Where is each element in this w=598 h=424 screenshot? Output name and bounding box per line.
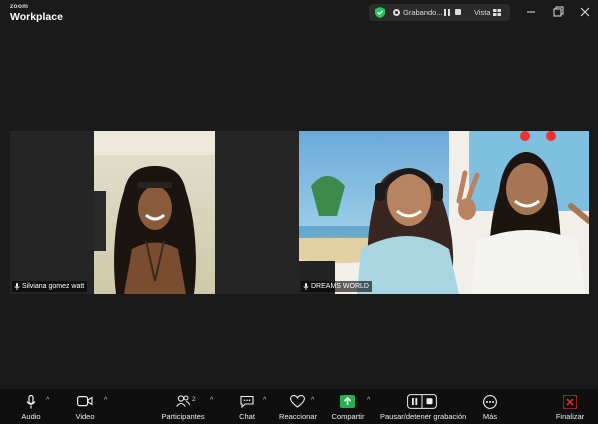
participant-name: Silviana gomez watt [22,283,85,290]
audio-options-icon[interactable]: ^ [46,397,49,404]
video-label: Video [75,412,95,421]
react-label: Reaccionar [279,412,317,421]
audio-label: Audio [21,412,41,421]
more-icon [483,395,497,409]
heart-icon [290,395,305,408]
app-logo: zoom Workplace [10,3,63,23]
end-meeting-icon [563,395,577,409]
video-tile-participant-2[interactable]: DREAMS WORLD [299,131,589,294]
share-screen-icon [340,395,355,408]
participants-label: Participantes [161,412,205,421]
minimize-icon[interactable] [522,4,540,20]
recording-bar: Grabando... Vista [369,4,510,21]
view-button[interactable]: Vista [474,8,491,17]
recording-status: Grabando... [403,8,443,17]
share-options-icon[interactable]: ^ [367,397,370,404]
shield-icon [375,7,385,18]
close-icon[interactable] [576,4,594,20]
microphone-icon [14,283,20,290]
chat-button[interactable]: Chat [232,389,262,424]
chat-options-icon[interactable]: ^ [263,397,266,404]
more-label: Más [482,412,498,421]
chat-label: Chat [239,412,255,421]
participant-name: DREAMS WORLD [311,283,369,290]
chat-icon [240,395,254,408]
logo-brand-small: zoom [10,3,29,10]
restore-icon[interactable] [549,4,567,20]
participants-options-icon[interactable]: ^ [210,397,213,404]
react-button[interactable]: Reaccionar [278,389,318,424]
microphone-icon [303,283,309,290]
pause-stop-recording-icon [407,394,437,409]
audio-button[interactable]: Audio [14,389,48,424]
more-button[interactable]: Más [476,389,504,424]
react-options-icon[interactable]: ^ [311,397,314,404]
recording-icon [393,9,400,16]
pause-stop-recording-button[interactable]: Pausar/detener grabación [380,389,467,424]
video-options-icon[interactable]: ^ [104,397,107,404]
participants-button[interactable]: 2 Participantes [160,389,206,424]
grid-view-icon[interactable] [493,9,501,16]
microphone-icon [26,395,36,409]
pause-stop-recording-label: Pausar/detener grabación [380,412,467,421]
participant-name-label: DREAMS WORLD [301,281,372,292]
pause-recording-icon[interactable] [443,8,451,17]
participant-video [94,131,215,294]
participant-name-label: Silviana gomez watt [12,281,88,292]
title-bar: zoom Workplace Grabando... Vista [0,0,598,26]
participant-video [299,131,589,294]
end-meeting-label: Finalizar [555,412,585,421]
video-button[interactable]: Video [68,389,102,424]
participants-count: 2 [192,396,196,403]
share-button[interactable]: Compartir [330,389,366,424]
end-meeting-button[interactable]: Finalizar [553,389,587,424]
participants-icon [176,395,190,407]
share-label: Compartir [331,412,365,421]
video-tile-participant-1[interactable]: Silviana gomez watt [10,131,300,294]
meeting-toolbar: Audio ^ Video ^ 2 Participantes ^ Chat ^ [0,389,598,424]
stop-recording-icon[interactable] [455,9,461,15]
logo-brand-big: Workplace [10,10,63,23]
camera-icon [77,396,93,407]
